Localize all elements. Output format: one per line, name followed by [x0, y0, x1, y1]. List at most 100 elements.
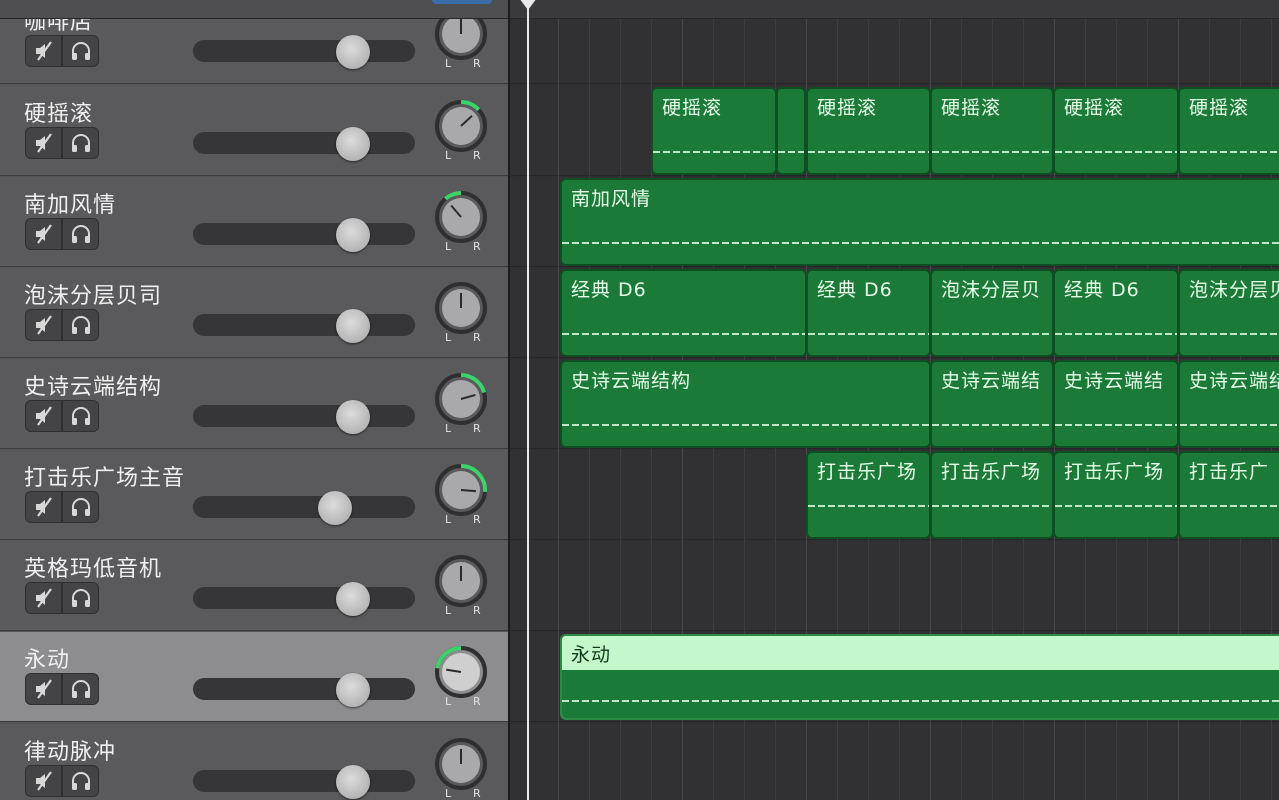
pan-knob[interactable]: LR — [434, 736, 488, 800]
mute-button[interactable] — [25, 582, 62, 614]
track-header[interactable]: 泡沫分层贝司 L R — [0, 268, 508, 358]
volume-slider-track[interactable] — [193, 678, 415, 700]
track-header[interactable]: 永动 L R — [0, 632, 508, 722]
mute-button[interactable] — [25, 765, 62, 797]
solo-headphones-button[interactable] — [62, 127, 99, 159]
pan-knob[interactable]: LR — [434, 644, 488, 714]
volume-slider-knob[interactable] — [335, 218, 370, 252]
track-name[interactable]: 永动 — [24, 642, 70, 674]
volume-slider-track[interactable] — [193, 314, 415, 336]
solo-headphones-button[interactable] — [62, 309, 99, 341]
mute-button[interactable] — [25, 35, 62, 67]
mute-button[interactable] — [25, 491, 62, 523]
audio-region[interactable]: 打击乐广场 — [1053, 451, 1179, 539]
mute-button[interactable] — [25, 400, 62, 432]
solo-headphones-button[interactable] — [62, 673, 99, 705]
pan-knob[interactable]: LR — [434, 98, 488, 168]
audio-region[interactable]: 硬摇滚 — [1053, 87, 1179, 175]
track-header[interactable]: 打击乐广场主音 L R — [0, 450, 508, 540]
region-body — [562, 670, 1279, 718]
audio-region[interactable]: 经典 D6 — [560, 269, 807, 357]
audio-region[interactable]: 硬摇滚 — [930, 87, 1054, 175]
mute-button[interactable] — [25, 218, 62, 250]
solo-headphones-button[interactable] — [62, 35, 99, 67]
track-name[interactable]: 打击乐广场主音 — [24, 460, 185, 492]
track-name[interactable]: 史诗云端结构 — [24, 369, 162, 401]
audio-region[interactable]: 打击乐广场 — [930, 451, 1054, 539]
mute-button[interactable] — [25, 673, 62, 705]
track-name[interactable]: 南加风情 — [24, 187, 116, 219]
volume-slider-knob[interactable] — [335, 673, 370, 707]
track-header[interactable]: 南加风情 L R — [0, 177, 508, 267]
pan-knob[interactable]: LR — [434, 462, 488, 532]
pan-right-label: R — [473, 513, 481, 526]
solo-headphones-button[interactable] — [62, 582, 99, 614]
audio-region[interactable]: 经典 D6 — [1053, 269, 1179, 357]
mute-button[interactable] — [25, 127, 62, 159]
track-name[interactable]: 泡沫分层贝司 — [24, 278, 162, 310]
timeline-ruler[interactable] — [510, 0, 1279, 19]
volume-slider-knob[interactable] — [318, 491, 353, 525]
track-lane[interactable] — [510, 724, 1279, 800]
volume-slider-knob[interactable] — [335, 35, 370, 69]
headphones-icon — [71, 589, 90, 607]
region-label: 史诗云端结构 — [571, 370, 692, 392]
solo-headphones-button[interactable] — [62, 218, 99, 250]
volume-slider-track[interactable] — [193, 405, 415, 427]
track-name[interactable]: 律动脉冲 — [24, 734, 116, 766]
audio-region[interactable]: 史诗云端结构 — [560, 360, 931, 448]
pan-left-label: L — [445, 240, 452, 253]
pan-knob[interactable]: LR — [434, 371, 488, 441]
volume-slider-track[interactable] — [193, 770, 415, 792]
pan-knob[interactable]: LR — [434, 189, 488, 259]
track-lane[interactable] — [510, 541, 1279, 631]
track-header[interactable]: 硬摇滚 L R — [0, 86, 508, 176]
volume-slider-track[interactable] — [193, 40, 415, 62]
pan-knob[interactable]: LR — [434, 280, 488, 350]
volume-slider-knob[interactable] — [335, 582, 370, 616]
playhead-handle[interactable] — [519, 0, 537, 10]
track-name[interactable]: 英格玛低音机 — [24, 551, 162, 583]
volume-slider-track[interactable] — [193, 587, 415, 609]
audio-region[interactable]: 打击乐广 — [1178, 451, 1279, 539]
track-header[interactable]: 律动脉冲 L R — [0, 724, 508, 800]
track-header[interactable]: 史诗云端结构 L R — [0, 359, 508, 449]
audio-region[interactable] — [776, 87, 806, 175]
solo-headphones-button[interactable] — [62, 765, 99, 797]
pan-knob[interactable]: LR — [434, 553, 488, 623]
solo-headphones-button[interactable] — [62, 491, 99, 523]
playhead[interactable] — [527, 0, 529, 800]
track-header-toolbar-button[interactable] — [432, 0, 492, 4]
volume-slider-knob[interactable] — [335, 765, 370, 799]
region-label: 泡沫分层贝 — [1189, 279, 1279, 301]
audio-region[interactable]: 南加风情 — [560, 178, 1279, 266]
audio-region[interactable]: 永动 — [560, 634, 1279, 720]
audio-region[interactable]: 泡沫分层贝 — [930, 269, 1054, 357]
audio-region[interactable]: 硬摇滚 — [651, 87, 777, 175]
solo-headphones-button[interactable] — [62, 400, 99, 432]
audio-region[interactable]: 打击乐广场 — [806, 451, 931, 539]
audio-region[interactable]: 硬摇滚 — [806, 87, 931, 175]
volume-slider-knob[interactable] — [335, 309, 370, 343]
volume-slider-track[interactable] — [193, 132, 415, 154]
volume-slider-track[interactable] — [193, 496, 415, 518]
region-waveform — [1180, 151, 1279, 153]
mute-button[interactable] — [25, 309, 62, 341]
audio-region[interactable]: 史诗云端结 — [1053, 360, 1179, 448]
region-label: 史诗云端结 — [1189, 370, 1279, 392]
audio-region[interactable]: 经典 D6 — [806, 269, 931, 357]
volume-slider-track[interactable] — [193, 223, 415, 245]
region-waveform — [1180, 505, 1279, 507]
volume-slider-knob[interactable] — [335, 400, 370, 434]
audio-region[interactable]: 硬摇滚 — [1178, 87, 1279, 175]
arrangement-area[interactable]: 硬摇滚 硬摇滚 硬摇滚 硬摇滚 硬摇滚 南加风情 经典 D6 经典 D6 泡沫分层贝 经典 D6 泡… — [510, 0, 1279, 800]
audio-region[interactable]: 史诗云端结 — [930, 360, 1054, 448]
region-waveform — [1180, 333, 1279, 335]
track-name[interactable]: 硬摇滚 — [24, 96, 93, 128]
audio-region[interactable]: 史诗云端结 — [1178, 360, 1279, 448]
volume-slider-knob[interactable] — [335, 127, 370, 161]
track-header[interactable]: 英格玛低音机 L R — [0, 541, 508, 631]
audio-region[interactable]: 泡沫分层贝 — [1178, 269, 1279, 357]
speaker-muted-icon — [35, 497, 52, 517]
grid-line — [558, 0, 559, 800]
